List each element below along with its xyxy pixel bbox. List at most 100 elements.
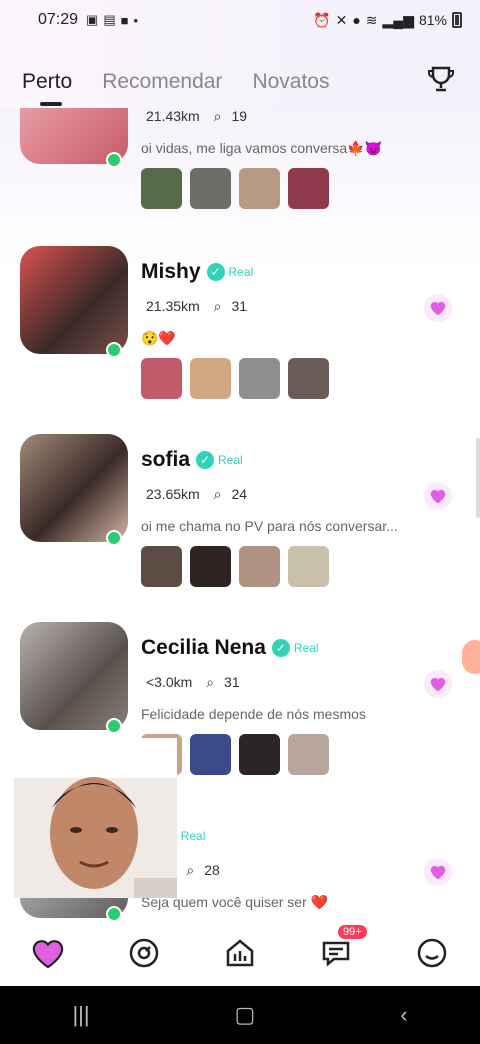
age-icon: ⌕ bbox=[186, 862, 195, 878]
like-button[interactable] bbox=[424, 858, 452, 886]
photo-thumb[interactable] bbox=[288, 168, 329, 209]
compass-icon bbox=[129, 938, 159, 968]
verified-icon: ✓ bbox=[206, 263, 225, 281]
user-meta: <3.0km ⌕ 31 bbox=[146, 674, 250, 691]
video-icon: ■ bbox=[120, 12, 129, 28]
dot-icon: • bbox=[133, 12, 139, 28]
user-meta: 21.35km ⌕ 31 bbox=[146, 298, 257, 315]
top-tabs: Perto Recomendar Novatos bbox=[0, 40, 480, 108]
age: 28 bbox=[204, 862, 220, 878]
photo-thumb[interactable] bbox=[288, 734, 329, 775]
scroll-handle[interactable] bbox=[476, 438, 480, 518]
recents-icon[interactable]: ||| bbox=[72, 1002, 89, 1028]
wifi-icon: ≋ bbox=[365, 11, 378, 28]
heart-icon bbox=[430, 489, 446, 504]
alarm-icon: ⏰ bbox=[313, 11, 331, 28]
tab-novatos[interactable]: Novatos bbox=[252, 70, 329, 94]
user-meta: 23.65km ⌕ 24 bbox=[146, 486, 257, 503]
photo-thumb[interactable] bbox=[239, 546, 280, 587]
online-indicator bbox=[106, 152, 122, 168]
video-overlay[interactable] bbox=[14, 738, 177, 898]
distance: 21.35km bbox=[146, 298, 200, 314]
battery-icon bbox=[452, 12, 462, 28]
photo-thumb[interactable] bbox=[239, 168, 280, 209]
heart-icon bbox=[430, 301, 446, 316]
like-button[interactable] bbox=[424, 482, 452, 510]
photo-strip bbox=[141, 358, 329, 399]
location-icon: ● bbox=[352, 12, 361, 28]
nav-home[interactable] bbox=[30, 935, 66, 971]
notification-icon: ▣ bbox=[86, 12, 99, 27]
online-indicator bbox=[106, 906, 122, 920]
gallery-icon: ▤ bbox=[103, 12, 116, 27]
back-icon[interactable]: ‹ bbox=[400, 1002, 407, 1028]
user-meta: 21.43km ⌕ 19 bbox=[146, 108, 257, 125]
photo-thumb[interactable] bbox=[288, 358, 329, 399]
photo-thumb[interactable] bbox=[141, 168, 182, 209]
tab-recomendar[interactable]: Recomendar bbox=[102, 70, 222, 94]
avatar[interactable] bbox=[20, 622, 128, 730]
list-item[interactable]: sofia ✓ Real 23.65km ⌕ 24 oi me chama no … bbox=[0, 434, 480, 622]
user-bio: oi vidas, me liga vamos conversa🍁😈 bbox=[141, 140, 383, 156]
nav-messages[interactable]: 99+ bbox=[318, 925, 367, 971]
photo-strip bbox=[141, 546, 329, 587]
like-button[interactable] bbox=[424, 294, 452, 322]
trophy-icon[interactable] bbox=[426, 64, 456, 94]
avatar[interactable] bbox=[20, 434, 128, 542]
photo-thumb[interactable] bbox=[190, 168, 231, 209]
tab-perto[interactable]: Perto bbox=[22, 70, 72, 106]
online-indicator bbox=[106, 342, 122, 358]
nav-live[interactable] bbox=[222, 935, 258, 971]
avatar[interactable] bbox=[20, 246, 128, 354]
user-name: sofia bbox=[141, 448, 191, 471]
photo-thumb[interactable] bbox=[141, 546, 182, 587]
real-badge: Real bbox=[218, 453, 243, 467]
photo-thumb[interactable] bbox=[288, 546, 329, 587]
user-name: Mishy bbox=[141, 260, 201, 283]
real-badge: Real bbox=[293, 641, 319, 655]
age: 19 bbox=[231, 108, 248, 124]
status-time: 07:29 bbox=[38, 11, 79, 28]
nav-discover[interactable] bbox=[126, 935, 162, 971]
bottom-nav: 99+ bbox=[0, 920, 480, 986]
name-line: Cecilia Nena ✓ Real bbox=[141, 636, 319, 660]
user-bio: Felicidade depende de nós mesmos bbox=[141, 706, 366, 722]
photo-thumb[interactable] bbox=[190, 546, 231, 587]
distance: <3.0km bbox=[146, 674, 193, 690]
photo-thumb[interactable] bbox=[141, 358, 182, 399]
online-indicator bbox=[106, 718, 122, 734]
real-badge: Real bbox=[228, 265, 254, 279]
verified-icon: ✓ bbox=[271, 639, 290, 657]
system-nav: ||| ▢ ‹ bbox=[0, 986, 480, 1044]
signal-icon: ▂▄▆ bbox=[382, 11, 414, 28]
status-bar: 07:29 ▣ ▤ ■ • ⏰ ✕ ● ≋ ▂▄▆ 81% bbox=[0, 0, 480, 40]
name-line: Mishy ✓ Real bbox=[141, 260, 253, 284]
photo-thumb[interactable] bbox=[239, 734, 280, 775]
age: 31 bbox=[224, 674, 240, 690]
user-bio: 😯❤️ bbox=[141, 330, 176, 346]
messages-badge: 99+ bbox=[338, 925, 367, 939]
heart-nav-icon bbox=[32, 940, 64, 969]
age-icon: ⌕ bbox=[213, 486, 222, 502]
photo-thumb[interactable] bbox=[190, 358, 231, 399]
like-button[interactable] bbox=[424, 670, 452, 698]
video-frame bbox=[14, 738, 177, 898]
user-bio: oi me chama no PV para nós conversar... bbox=[141, 518, 398, 534]
age: 24 bbox=[231, 486, 248, 502]
list-item[interactable]: 21.43km ⌕ 19 oi vidas, me liga vamos conv… bbox=[0, 108, 480, 244]
floating-side-button[interactable] bbox=[462, 640, 480, 674]
distance: 21.43km bbox=[146, 108, 200, 124]
mute-icon: ✕ bbox=[335, 11, 348, 28]
status-right: ⏰ ✕ ● ≋ ▂▄▆ 81% bbox=[313, 12, 462, 29]
message-icon bbox=[322, 941, 350, 967]
heart-icon bbox=[430, 865, 446, 880]
home-icon[interactable]: ▢ bbox=[235, 1002, 256, 1028]
photo-thumb[interactable] bbox=[239, 358, 280, 399]
distance: 23.65km bbox=[146, 486, 200, 502]
list-item[interactable]: Mishy ✓ Real 21.35km ⌕ 31 😯❤️ bbox=[0, 246, 480, 434]
real-badge: Real bbox=[180, 829, 206, 843]
photo-thumb[interactable] bbox=[190, 734, 231, 775]
smile-icon bbox=[417, 938, 447, 968]
nav-profile[interactable] bbox=[414, 935, 450, 971]
name-line: sofia ✓ Real bbox=[141, 448, 243, 472]
